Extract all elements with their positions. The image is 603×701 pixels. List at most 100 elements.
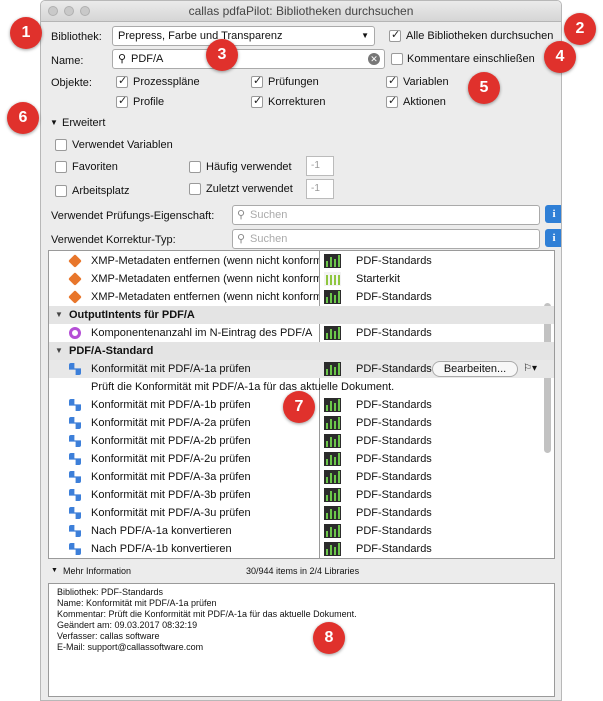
group-disclosure-icon[interactable]: ▼ [55, 306, 63, 324]
minimize-window-button[interactable] [64, 6, 74, 16]
clear-search-icon[interactable]: ✕ [368, 53, 380, 65]
list-item[interactable]: Nach PDF/A-1a konvertieren PDF-Standards [49, 522, 554, 540]
object-label-variables: Variablen [403, 76, 449, 88]
zoom-window-button[interactable] [80, 6, 90, 16]
list-item[interactable]: Konformität mit PDF/A-3a prüfen PDF-Stand… [49, 468, 554, 486]
favorites-label: Favoriten [72, 161, 118, 173]
object-label-checks: Prüfungen [268, 76, 319, 88]
item-name: Nach PDF/A-1b konvertieren [91, 543, 232, 555]
frequently-used-field[interactable]: -1 [306, 156, 334, 176]
item-name: XMP-Metadaten entfernen (wenn nicht konf… [91, 255, 319, 267]
recently-used-field[interactable]: -1 [306, 179, 334, 199]
frequently-used-label: Häufig verwendet [206, 161, 292, 173]
list-item[interactable]: XMP-Metadaten entfernen (wenn nicht konf… [49, 252, 554, 270]
library-select-value: Prepress, Farbe und Transparenz [118, 30, 283, 42]
object-checkbox-actions[interactable] [386, 94, 398, 108]
library-chart-icon [324, 362, 341, 376]
library-select[interactable]: Prepress, Farbe und Transparenz ▼ [112, 26, 375, 46]
name-search-field[interactable]: ⚲ PDF/A ✕ [112, 49, 385, 69]
list-item[interactable]: Nach PDF/A-1b konvertieren PDF-Standards [49, 540, 554, 558]
list-item[interactable]: Konformität mit PDF/A-1a prüfen PDF-Stand… [49, 360, 554, 378]
close-window-button[interactable] [48, 6, 58, 16]
edit-button[interactable]: Bearbeiten... [432, 361, 518, 377]
library-chart-icon [324, 290, 341, 304]
item-library: PDF-Standards [356, 543, 432, 555]
title-bar: callas pdfaPilot: Bibliotheken durchsuch… [41, 1, 561, 22]
item-library: PDF-Standards [356, 489, 432, 501]
include-comments-checkbox[interactable] [391, 53, 403, 65]
callout-badge-3: 3 [206, 39, 238, 71]
item-library: PDF-Standards [356, 291, 432, 303]
object-checkbox-variables[interactable] [386, 74, 398, 88]
list-item[interactable]: Konformität mit PDF/A-2b prüfen PDF-Stand… [49, 432, 554, 450]
library-chart-icon [324, 326, 341, 340]
check-property-info-icon[interactable]: i [545, 205, 561, 223]
object-checkbox-profiles[interactable] [116, 94, 128, 108]
list-item[interactable]: XMP-Metadaten entfernen (wenn nicht konf… [49, 288, 554, 306]
result-count: 30/944 items in 2/4 Libraries [246, 566, 360, 576]
list-item[interactable]: Konformität mit PDF/A-3u prüfen PDF-Stand… [49, 504, 554, 522]
fixup-type-info-icon[interactable]: i [545, 229, 561, 247]
group-label: PDF/A-Standard [69, 345, 154, 357]
object-checkbox-checks[interactable] [251, 74, 263, 88]
callout-badge-4: 4 [544, 41, 576, 73]
more-info-triangle-icon[interactable]: ▼ [51, 567, 58, 574]
list-item[interactable]: Konformität mit PDF/A-2u prüfen PDF-Stand… [49, 450, 554, 468]
item-comment: Prüft die Konformität mit PDF/A-1a für d… [91, 381, 395, 393]
list-item[interactable]: Komponentenanzahl im N-Eintrag des PDF/A… [49, 324, 554, 342]
list-item[interactable]: XMP-Metadaten entfernen (wenn nicht konf… [49, 270, 554, 288]
search-icon: ⚲ [118, 53, 127, 65]
workspace-checkbox[interactable] [55, 185, 67, 197]
group-header[interactable]: ▼ PDF/A-Standard [49, 342, 554, 360]
object-label-fixups: Korrekturen [268, 96, 326, 108]
recently-used-checkbox[interactable] [189, 183, 201, 195]
item-library: PDF-Standards [356, 471, 432, 483]
item-name: Nach PDF/A-1a konvertieren [91, 525, 232, 537]
more-info-bar: ▼ Mehr Information 30/944 items in 2/4 L… [41, 561, 561, 583]
callout-badge-7: 7 [283, 391, 315, 423]
search-icon: ⚲ [237, 233, 246, 245]
objects-label: Objekte: [51, 77, 92, 89]
profile-icon [69, 453, 81, 465]
item-name: Komponentenanzahl im N-Eintrag des PDF/A [91, 327, 313, 339]
list-item[interactable]: Konformität mit PDF/A-3b prüfen PDF-Stand… [49, 486, 554, 504]
object-label-process-plans: Prozesspläne [133, 76, 200, 88]
detail-email: E-Mail: support@callassoftware.com [57, 642, 204, 652]
favorites-checkbox[interactable] [55, 161, 67, 173]
item-name: Konformität mit PDF/A-3b prüfen [91, 489, 251, 501]
library-chart-icon [324, 506, 341, 520]
item-library: PDF-Standards [356, 435, 432, 447]
item-library: PDF-Standards [356, 255, 432, 267]
workspace-label: Arbeitsplatz [72, 185, 130, 197]
library-bars-icon [324, 272, 341, 286]
item-name: Konformität mit PDF/A-2a prüfen [91, 417, 251, 429]
recently-used-label: Zuletzt verwendet [206, 183, 293, 195]
group-disclosure-icon[interactable]: ▼ [55, 342, 63, 360]
fixup-type-search[interactable]: ⚲ Suchen [232, 229, 540, 249]
item-library: PDF-Standards [356, 525, 432, 537]
fixup-icon [68, 272, 82, 286]
item-library: PDF-Standards [356, 453, 432, 465]
profile-icon [69, 489, 81, 501]
frequently-used-checkbox[interactable] [189, 161, 201, 173]
search-icon: ⚲ [237, 209, 246, 221]
uses-variables-label: Verwendet Variablen [72, 139, 173, 151]
group-header[interactable]: ▼ OutputIntents für PDF/A [49, 306, 554, 324]
item-name: Konformität mit PDF/A-3a prüfen [91, 471, 251, 483]
object-label-profiles: Profile [133, 96, 165, 108]
callout-badge-1: 1 [10, 17, 42, 49]
object-checkbox-process-plans[interactable] [116, 74, 128, 88]
flag-menu-icon[interactable]: ⚐▾ [523, 360, 537, 378]
more-info-toggle[interactable]: Mehr Information [63, 566, 131, 576]
uses-variables-checkbox[interactable] [55, 139, 67, 151]
all-libraries-checkbox[interactable] [389, 28, 401, 42]
fixup-type-placeholder: Suchen [250, 233, 288, 245]
check-property-search[interactable]: ⚲ Suchen [232, 205, 540, 225]
fixup-type-label: Verwendet Korrektur-Typ: [51, 234, 176, 246]
disclosure-triangle-icon[interactable]: ▼ [50, 118, 58, 127]
object-checkbox-fixups[interactable] [251, 94, 263, 108]
item-library: PDF-Standards [356, 399, 432, 411]
profile-icon [69, 363, 81, 375]
dialog-window: callas pdfaPilot: Bibliotheken durchsuch… [40, 0, 562, 701]
advanced-toggle[interactable]: Erweitert [62, 117, 105, 129]
